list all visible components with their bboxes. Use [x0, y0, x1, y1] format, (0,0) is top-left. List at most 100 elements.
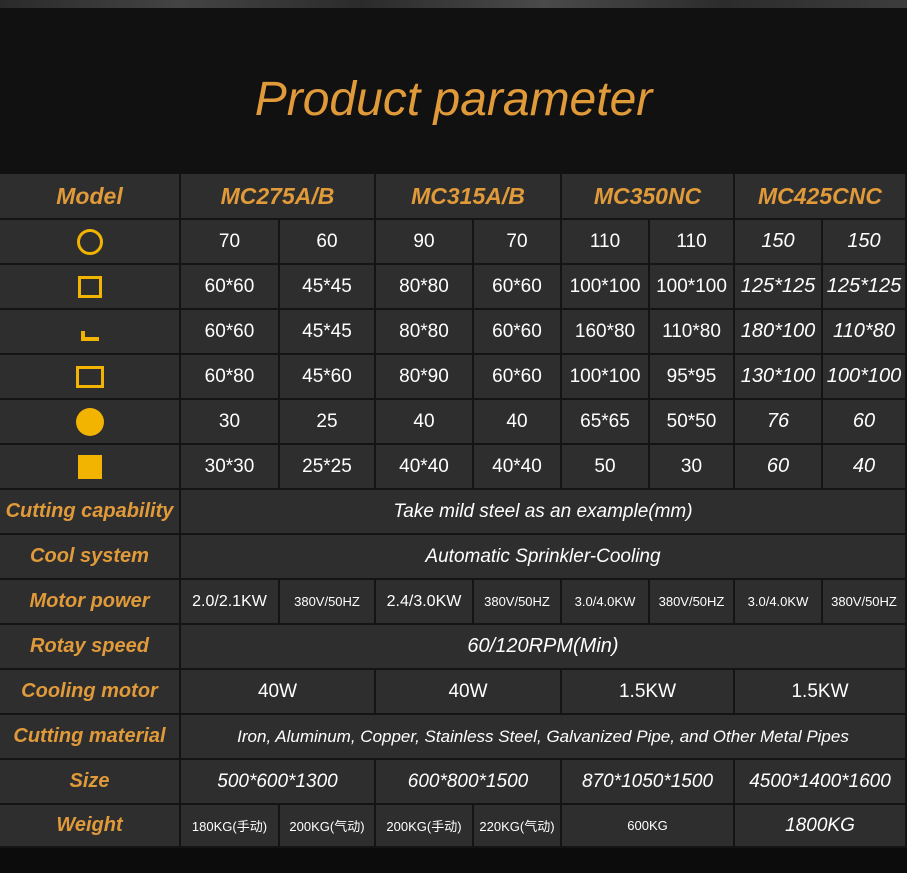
- bottom-decor-strip: [0, 848, 907, 873]
- value-cell: 76: [735, 400, 823, 445]
- weight-label: Weight: [0, 805, 181, 848]
- shape-cell-square-bar: [0, 445, 181, 490]
- round-bar-icon: [75, 407, 104, 436]
- value-cell: 30*30: [181, 445, 280, 490]
- square-tube-icon: [77, 275, 102, 298]
- model-mc350: MC350NC: [562, 174, 735, 220]
- value-cell: 60*60: [181, 265, 280, 310]
- rectangular-tube-icon: [75, 365, 104, 388]
- cutting-capability-label: Cutting capability: [0, 490, 181, 535]
- motor-power-voltage: 380V/50HZ: [474, 580, 562, 625]
- model-header: Model: [0, 174, 181, 220]
- value-cell: 60*60: [474, 355, 562, 400]
- cooling-motor-value: 1.5KW: [735, 670, 907, 715]
- value-cell: 160*80: [562, 310, 650, 355]
- shape-cell-rectangular-tube: [0, 355, 181, 400]
- value-cell: 50: [562, 445, 650, 490]
- value-cell: 60*60: [181, 310, 280, 355]
- value-cell: 60: [735, 445, 823, 490]
- shape-cell-square-tube: [0, 265, 181, 310]
- value-cell: 45*45: [280, 310, 376, 355]
- value-cell: 40: [823, 445, 907, 490]
- shape-cell-round-tube: [0, 220, 181, 265]
- rotary-speed-label: Rotay speed: [0, 625, 181, 670]
- motor-power-label: Motor power: [0, 580, 181, 625]
- value-cell: 25: [280, 400, 376, 445]
- model-mc315: MC315A/B: [376, 174, 562, 220]
- value-cell: 60*60: [474, 265, 562, 310]
- angle-steel-icon: [80, 330, 99, 341]
- value-cell: 80*90: [376, 355, 474, 400]
- motor-power-voltage: 380V/50HZ: [280, 580, 376, 625]
- weight-value: 220KG(气动): [474, 805, 562, 848]
- weight-value: 200KG(手动): [376, 805, 474, 848]
- cooling-motor-label: Cooling motor: [0, 670, 181, 715]
- page-title: Product parameter: [254, 73, 653, 126]
- weight-value: 200KG(气动): [280, 805, 376, 848]
- value-cell: 100*100: [562, 355, 650, 400]
- value-cell: 40: [376, 400, 474, 445]
- top-decor-strip: [0, 0, 907, 8]
- cooling-motor-value: 1.5KW: [562, 670, 735, 715]
- shape-cell-round-bar: [0, 400, 181, 445]
- rotary-speed-value: 60/120RPM(Min): [181, 625, 907, 670]
- value-cell: 90: [376, 220, 474, 265]
- value-cell: 80*80: [376, 265, 474, 310]
- value-cell: 60*60: [474, 310, 562, 355]
- value-cell: 60*80: [181, 355, 280, 400]
- value-cell: 30: [650, 445, 735, 490]
- value-cell: 180*100: [735, 310, 823, 355]
- value-cell: 45*45: [280, 265, 376, 310]
- value-cell: 100*100: [823, 355, 907, 400]
- cooling-motor-value: 40W: [181, 670, 376, 715]
- value-cell: 70: [181, 220, 280, 265]
- motor-power-value: 2.4/3.0KW: [376, 580, 474, 625]
- value-cell: 25*25: [280, 445, 376, 490]
- value-cell: 40: [474, 400, 562, 445]
- size-value: 500*600*1300: [181, 760, 376, 805]
- round-tube-icon: [76, 228, 103, 255]
- motor-power-value: 3.0/4.0KW: [735, 580, 823, 625]
- cutting-material-value: Iron, Aluminum, Copper, Stainless Steel,…: [181, 715, 907, 760]
- value-cell: 65*65: [562, 400, 650, 445]
- value-cell: 40*40: [474, 445, 562, 490]
- value-cell: 125*125: [735, 265, 823, 310]
- weight-value: 180KG(手动): [181, 805, 280, 848]
- motor-power-value: 3.0/4.0KW: [562, 580, 650, 625]
- weight-value: 1800KG: [735, 805, 907, 848]
- value-cell: 125*125: [823, 265, 907, 310]
- value-cell: 30: [181, 400, 280, 445]
- value-cell: 100*100: [562, 265, 650, 310]
- value-cell: 130*100: [735, 355, 823, 400]
- cutting-material-label: Cutting material: [0, 715, 181, 760]
- parameter-table: Model MC275A/B MC315A/B MC350NC MC425CNC…: [0, 174, 907, 848]
- value-cell: 45*60: [280, 355, 376, 400]
- value-cell: 60: [280, 220, 376, 265]
- cooling-motor-value: 40W: [376, 670, 562, 715]
- square-bar-icon: [77, 454, 102, 479]
- motor-power-value: 2.0/2.1KW: [181, 580, 280, 625]
- value-cell: 110: [650, 220, 735, 265]
- cool-system-label: Cool system: [0, 535, 181, 580]
- value-cell: 80*80: [376, 310, 474, 355]
- size-label: Size: [0, 760, 181, 805]
- value-cell: 40*40: [376, 445, 474, 490]
- value-cell: 110: [562, 220, 650, 265]
- size-value: 4500*1400*1600: [735, 760, 907, 805]
- cutting-capability-value: Take mild steel as an example(mm): [181, 490, 907, 535]
- size-value: 870*1050*1500: [562, 760, 735, 805]
- weight-value: 600KG: [562, 805, 735, 848]
- value-cell: 50*50: [650, 400, 735, 445]
- motor-power-voltage: 380V/50HZ: [823, 580, 907, 625]
- motor-power-voltage: 380V/50HZ: [650, 580, 735, 625]
- model-mc275: MC275A/B: [181, 174, 376, 220]
- value-cell: 60: [823, 400, 907, 445]
- model-mc425: MC425CNC: [735, 174, 907, 220]
- size-value: 600*800*1500: [376, 760, 562, 805]
- value-cell: 150: [823, 220, 907, 265]
- shape-cell-angle-steel: [0, 310, 181, 355]
- value-cell: 110*80: [650, 310, 735, 355]
- value-cell: 150: [735, 220, 823, 265]
- value-cell: 70: [474, 220, 562, 265]
- cool-system-value: Automatic Sprinkler-Cooling: [181, 535, 907, 580]
